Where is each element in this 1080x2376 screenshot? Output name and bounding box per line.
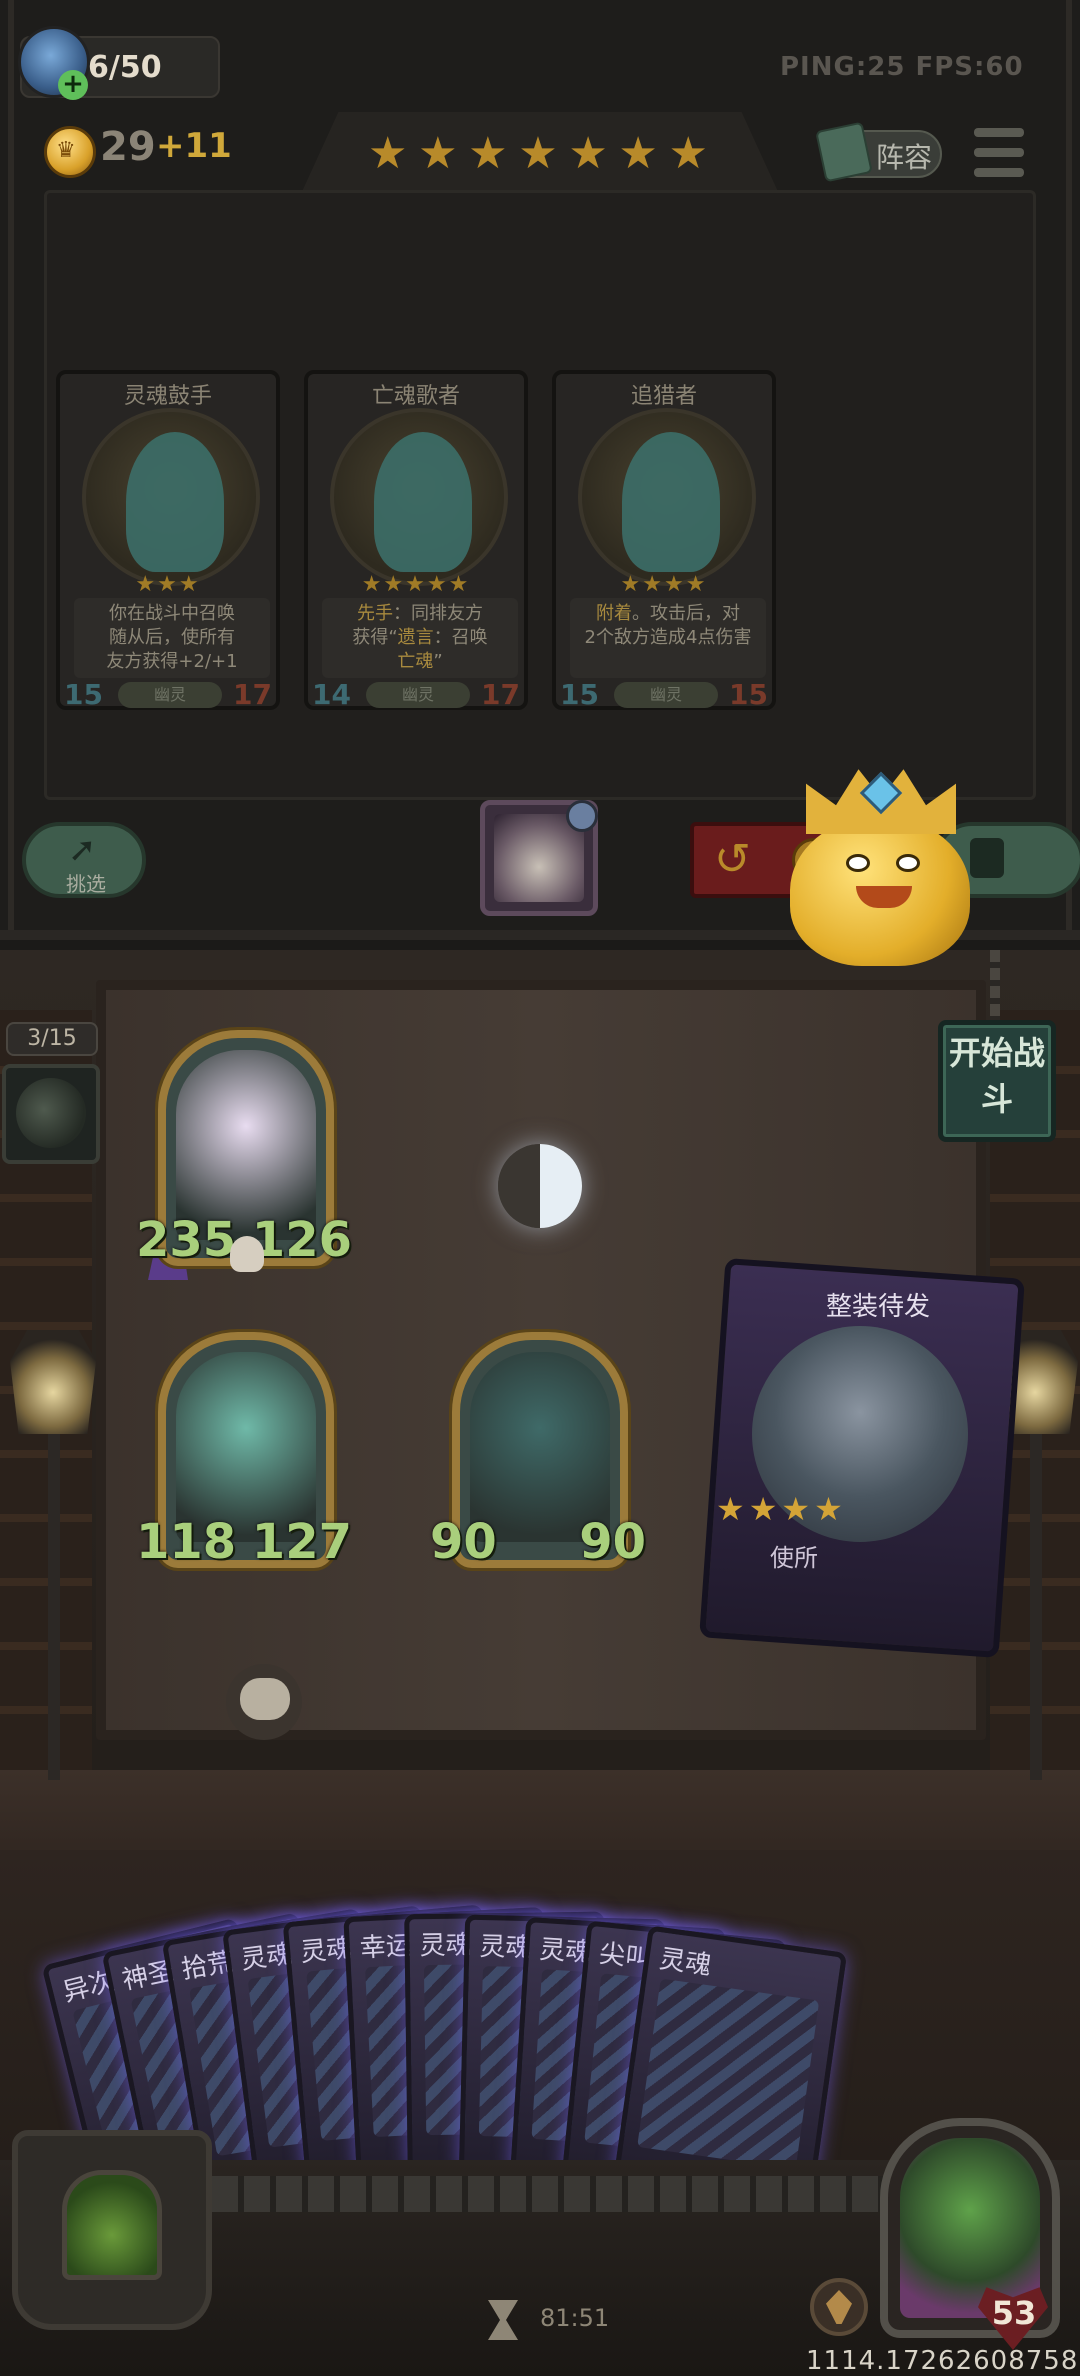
board-minion[interactable]: 118 127 [136,1332,352,1570]
card-art [82,408,260,586]
chain-icon [990,950,1000,1020]
tavern-tier-stars: ★ ★ ★ ★ ★ ★ ★ [368,128,708,180]
minion-health: 90 [579,1514,646,1570]
card-tribe: 幽灵 [614,682,718,708]
hand-card-title: 灵魂 [657,1944,714,1982]
featured-card-title: 整装待发 [826,1292,931,1322]
card-health: 17 [481,678,520,711]
lamp-icon [10,1330,96,1434]
card-art [330,408,508,586]
lamp-post-right [1030,1400,1042,1780]
card-attack: 15 [560,678,599,711]
star-icon: ★ [568,128,608,179]
slime-eye [896,854,920,872]
player-hero-avatar [900,2138,1040,2318]
hand-card-art [637,1978,820,2170]
minion-health: 126 [251,1212,352,1268]
card-description: 你在战斗中召唤 随从后，使所有 友方获得+2/+1 [74,598,270,678]
skull-icon [230,1236,264,1272]
network-stats: PING:25 FPS:60 [780,52,1024,82]
board-minion[interactable]: 235 126 [136,1030,352,1268]
card-art [578,408,756,586]
card-tribe: 幽灵 [118,682,222,708]
lineup-label: 阵容 [876,141,933,174]
minion-attack: 235 [136,1212,237,1268]
ghost-icon [374,432,472,572]
ghost-icon [622,432,720,572]
shuffle-label: 挑选 [66,872,106,896]
badge-icon [566,800,598,832]
shop-card[interactable]: 亡魂歌者 ★★★★★ 先手：同排友方 获得“遗言：召唤 亡魂” 14 幽灵 17 [304,370,528,711]
card-health: 15 [729,678,768,711]
star-icon: ★ [418,128,458,179]
turn-timer: 81:51 [540,2304,610,2332]
minion-health: 127 [251,1514,352,1570]
lantern-icon [62,2170,162,2280]
start-battle-label: 开始战斗 [948,1034,1045,1118]
menu-icon [974,128,1024,137]
population-count: 6/50 [88,50,162,85]
shop-card[interactable]: 追猎者 ★★★★ 附着。攻击后，对 2个敌方造成4点伤害 15 幽灵 15 [552,370,776,711]
shop-card[interactable]: 灵魂鼓手 ★★★ 你在战斗中召唤 随从后，使所有 友方获得+2/+1 15 幽灵 17 [56,370,280,711]
round-counter: 3/15 [6,1022,98,1056]
card-stars: ★★★★ [620,572,708,597]
featured-card-stars: ★★★★ [716,1490,847,1528]
refresh-icon: ↺ [714,834,751,885]
ghost-icon [126,432,224,572]
card-name: 亡魂歌者 [371,384,460,409]
gold-income: +11 [156,126,232,166]
card-stars: ★★★★★ [361,572,471,597]
book-icon [815,121,873,183]
star-icon: ★ [368,128,408,179]
card-name: 灵魂鼓手 [123,384,212,409]
moon-icon [498,1144,582,1228]
plus-icon: + [58,70,88,100]
card-tribe: 幽灵 [366,682,470,708]
hand-rail [180,2176,900,2212]
slime-eye [846,854,870,872]
card-description: 附着。攻击后，对 2个敌方造成4点伤害 [570,598,766,678]
card-name: 追猎者 [630,384,697,409]
card-description: 先手：同排友方 获得“遗言：召唤 亡魂” [322,598,518,678]
chat-bubble-icon [240,1678,290,1720]
arrow-icon: ➚ [68,830,97,870]
menu-button[interactable] [974,128,1024,178]
featured-card-desc: 使所 [770,1544,818,1572]
minion-attack: 90 [430,1514,497,1570]
gold-amount: 29 [100,124,156,170]
star-icon: ★ [668,128,708,179]
lock-icon [970,838,1004,878]
player-health: 53 [991,2294,1037,2332]
star-icon: ★ [468,128,508,179]
card-health: 17 [233,678,272,711]
star-icon: ★ [518,128,558,179]
opponent-avatar [16,1078,86,1148]
star-icon: ★ [618,128,658,179]
crown-icon: ♛ [56,138,76,163]
card-attack: 15 [64,678,103,711]
minion-attack: 118 [136,1514,237,1570]
lamp-post-left [48,1400,60,1780]
card-attack: 14 [312,678,351,711]
card-stars: ★★★ [135,572,201,597]
board-minion[interactable]: 90 90 [430,1332,646,1570]
user-id: 1114.17262608758 [806,2346,1079,2376]
